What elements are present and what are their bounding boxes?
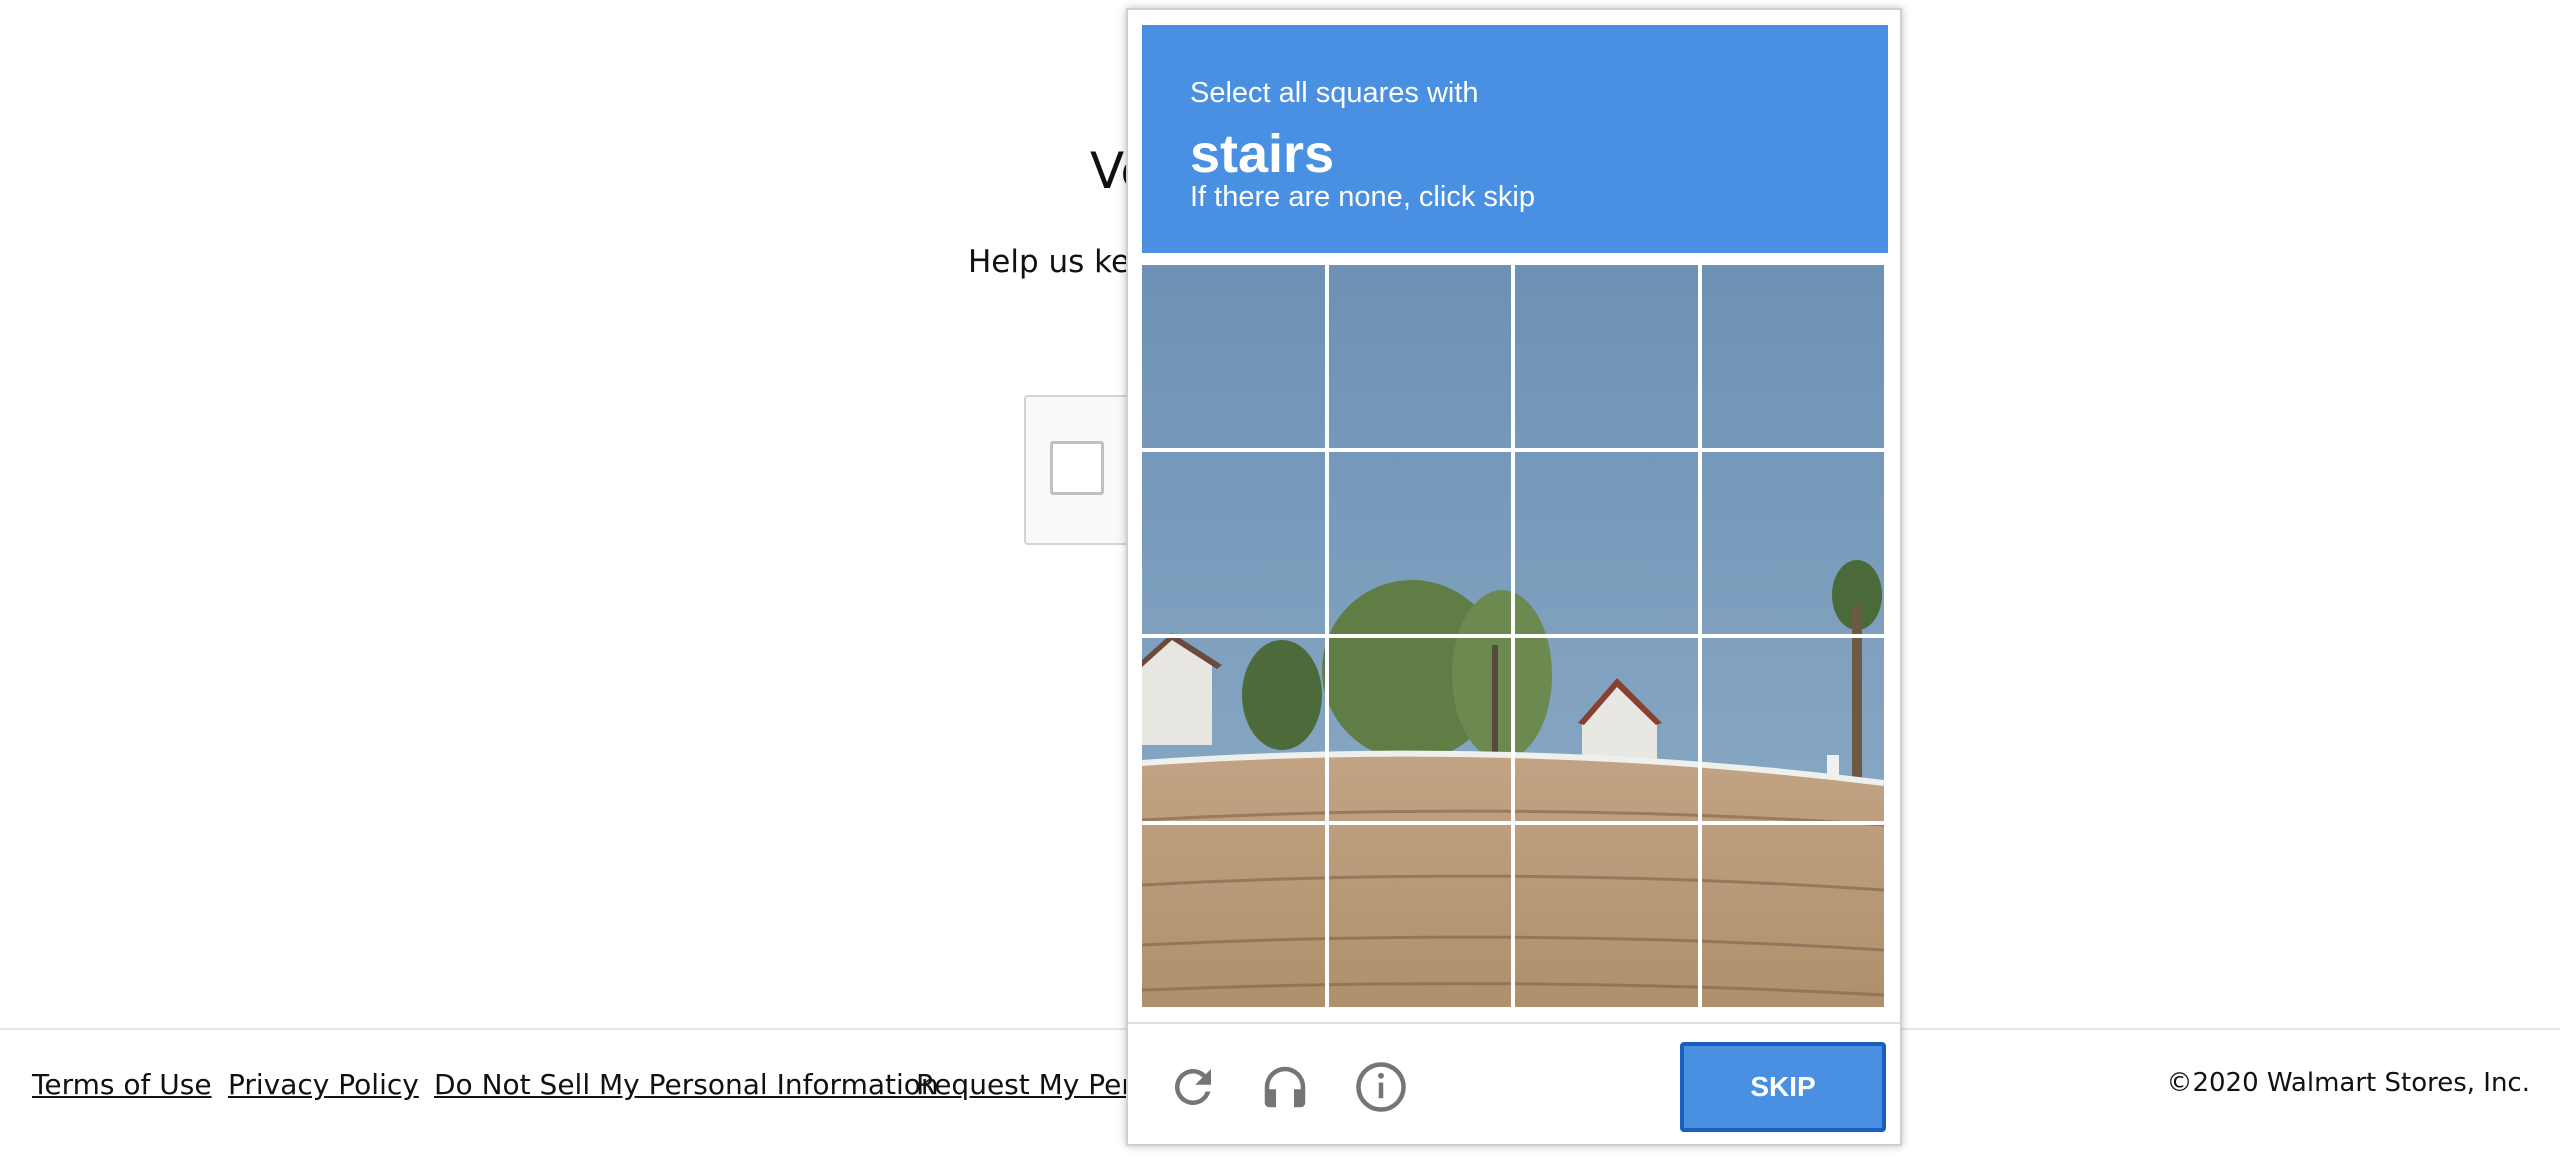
challenge-hint: If there are none, click skip — [1190, 181, 1535, 213]
image-tile[interactable] — [1142, 451, 1325, 634]
image-tile[interactable] — [1701, 638, 1884, 821]
tile-image — [1142, 638, 1325, 821]
tile-image — [1701, 824, 1884, 1007]
tile-image — [1328, 638, 1511, 821]
challenge-prompt: Select all squares with — [1190, 77, 1479, 109]
tile-image — [1701, 265, 1884, 448]
reload-icon[interactable] — [1166, 1060, 1220, 1114]
image-tile[interactable] — [1328, 265, 1511, 448]
image-tile[interactable] — [1328, 638, 1511, 821]
tile-image — [1515, 824, 1698, 1007]
tile-image — [1142, 824, 1325, 1007]
image-tile[interactable] — [1515, 638, 1698, 821]
headphones-icon[interactable] — [1258, 1060, 1312, 1114]
image-tile[interactable] — [1701, 265, 1884, 448]
footer-link-do-not-sell[interactable]: Do Not Sell My Personal Information — [434, 1068, 939, 1101]
tile-image — [1328, 265, 1511, 448]
tile-image — [1142, 265, 1325, 448]
image-tile[interactable] — [1328, 824, 1511, 1007]
image-tile[interactable] — [1142, 265, 1325, 448]
tile-image — [1142, 451, 1325, 634]
image-tile[interactable] — [1142, 638, 1325, 821]
image-tile[interactable] — [1515, 451, 1698, 634]
challenge-keyword: stairs — [1190, 124, 1335, 184]
recaptcha-checkbox[interactable] — [1050, 441, 1104, 495]
captcha-challenge-dialog: Select all squares with stairs If there … — [1126, 8, 1902, 1146]
skip-button[interactable]: SKIP — [1680, 1042, 1886, 1132]
image-tile[interactable] — [1515, 265, 1698, 448]
image-tile[interactable] — [1142, 824, 1325, 1007]
page-subtitle: Help us kee — [968, 244, 1150, 280]
info-icon[interactable] — [1354, 1060, 1408, 1114]
copyright-text: ©2020 Walmart Stores, Inc. — [2166, 1068, 2530, 1098]
image-tile[interactable] — [1328, 451, 1511, 634]
image-tile[interactable] — [1701, 824, 1884, 1007]
tile-image — [1515, 265, 1698, 448]
footer-link-privacy-policy[interactable]: Privacy Policy — [228, 1068, 419, 1101]
image-grid — [1142, 265, 1884, 1007]
tile-image — [1515, 638, 1698, 821]
challenge-header: Select all squares with stairs If there … — [1142, 25, 1888, 253]
footer-link-terms-of-use[interactable]: Terms of Use — [32, 1068, 212, 1101]
challenge-footer: SKIP — [1128, 1022, 1900, 1144]
tile-image — [1328, 824, 1511, 1007]
tile-image — [1701, 638, 1884, 821]
image-tile[interactable] — [1515, 824, 1698, 1007]
tile-image — [1515, 451, 1698, 634]
image-tile[interactable] — [1701, 451, 1884, 634]
tile-image — [1701, 451, 1884, 634]
tile-image — [1328, 451, 1511, 634]
